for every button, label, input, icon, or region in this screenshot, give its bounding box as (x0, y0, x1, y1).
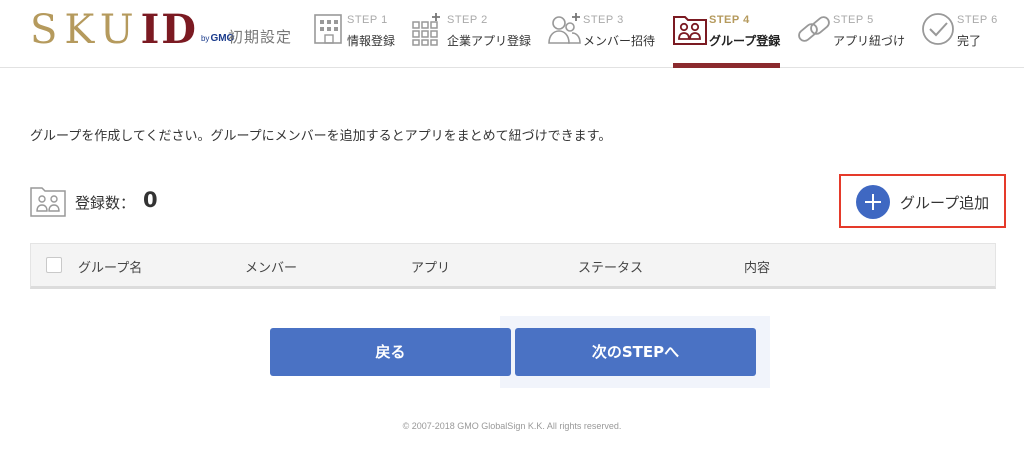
column-group-name[interactable]: グループ名 (78, 257, 142, 276)
group-folder-icon (673, 16, 707, 45)
group-folder-icon (30, 187, 66, 217)
logo-sku-text: SKU (30, 7, 141, 53)
building-icon (314, 14, 342, 44)
check-circle-icon (922, 13, 954, 45)
add-group-button[interactable]: グループ追加 (839, 174, 1006, 228)
skuid-logo[interactable]: SKU ID by GMO (30, 6, 234, 53)
link-icon (798, 16, 830, 42)
users-plus-icon (548, 13, 581, 44)
step-2-number: STEP 2 (447, 14, 488, 26)
step-5: STEP 5 アプリ紐づけ (797, 10, 912, 50)
group-table-header: グループ名 メンバー アプリ ステータス 内容 (30, 243, 996, 289)
next-step-button[interactable]: 次のSTEPへ (515, 328, 756, 376)
page-description: グループを作成してください。グループにメンバーを追加するとアプリをまとめて紐づけ… (30, 129, 612, 144)
step-6-number: STEP 6 (957, 14, 998, 26)
column-content[interactable]: 内容 (744, 257, 770, 276)
count-label: 登録数： (75, 194, 136, 212)
add-group-label: グループ追加 (900, 194, 990, 212)
step-3-number: STEP 3 (583, 14, 624, 26)
header: SKU ID by GMO 初期設定 STEP 1 情報登録 STEP 2 企業… (0, 0, 1024, 68)
step-5-number: STEP 5 (833, 14, 874, 26)
column-members[interactable]: メンバー (245, 257, 297, 276)
step-2: STEP 2 企業アプリ登録 (411, 10, 536, 50)
step-6: STEP 6 完了 (921, 10, 1001, 50)
step-1-number: STEP 1 (347, 14, 388, 26)
init-setup-label: 初期設定 (228, 28, 293, 46)
step-1-label: 情報登録 (347, 34, 396, 48)
step-4-label: グループ登録 (709, 34, 781, 48)
step-2-label: 企業アプリ登録 (447, 34, 532, 48)
app-grid-plus-icon (412, 13, 440, 46)
logo-id-text: ID (140, 6, 198, 53)
count-value: 0 (143, 188, 158, 212)
step-4-number: STEP 4 (709, 14, 750, 26)
column-apps[interactable]: アプリ (411, 257, 450, 276)
step-3-label: メンバー招待 (583, 34, 656, 48)
back-button[interactable]: 戻る (270, 328, 511, 376)
copyright: © 2007-2018 GMO GlobalSign K.K. All righ… (402, 421, 622, 431)
step-5-label: アプリ紐づけ (833, 34, 906, 48)
column-status[interactable]: ステータス (578, 257, 643, 276)
active-step-indicator (673, 63, 780, 68)
step-1: STEP 1 情報登録 (312, 10, 402, 50)
step-4: STEP 4 グループ登録 (673, 10, 785, 50)
logo-by-text: by (200, 34, 210, 43)
select-all-checkbox[interactable] (46, 257, 62, 273)
step-3: STEP 3 メンバー招待 (548, 10, 658, 50)
step-6-label: 完了 (957, 34, 982, 48)
plus-icon (856, 185, 890, 219)
